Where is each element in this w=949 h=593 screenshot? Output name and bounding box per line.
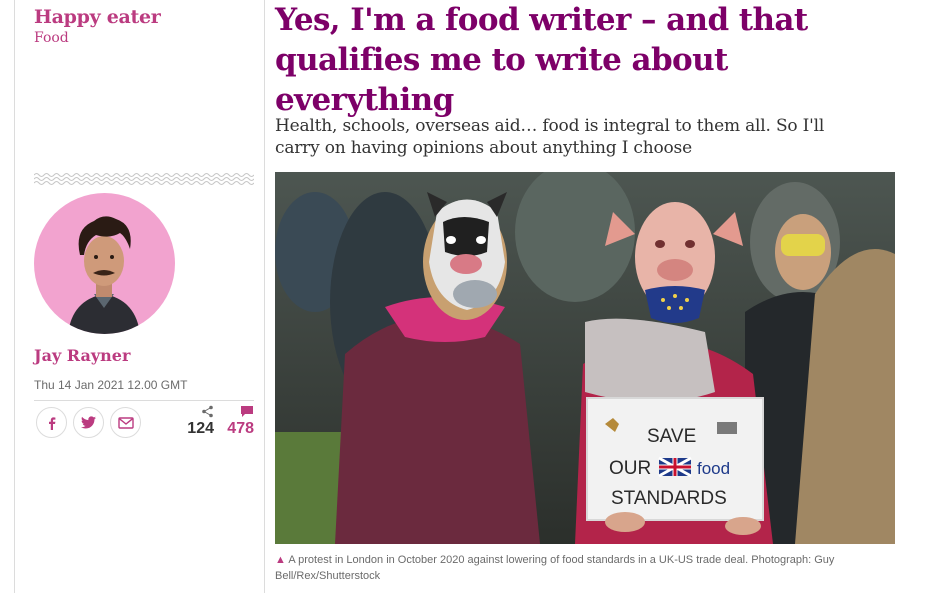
meta-divider [34,400,254,401]
comment-icon [241,406,253,417]
caption-text: A protest in London in October 2020 agai… [275,554,835,582]
author-avatar [34,193,175,334]
twitter-icon [81,416,96,429]
comment-count-value: 478 [227,420,254,437]
comment-count[interactable]: 478 [222,405,254,438]
placard-line-1: SAVE [647,426,696,447]
share-count: 124 [184,405,214,438]
article-standfirst: Health, schools, overseas aid… food is i… [275,116,825,158]
protest-placard: SAVE OUR food STANDARDS [586,397,764,521]
main-photo: SAVE OUR food STANDARDS [275,172,895,544]
caption-marker-icon: ▲ [275,554,286,566]
placard-line-2b: food [697,459,730,478]
article-headline: Yes, I'm a food writer – and that qualif… [275,2,808,118]
share-icon [202,405,213,418]
placard-line-3: STANDARDS [611,488,727,509]
section-link[interactable]: Food [34,30,69,46]
share-count-value: 124 [187,420,214,437]
squiggle-divider [34,173,254,185]
email-icon [117,416,134,429]
facebook-icon [48,416,55,430]
author-link[interactable]: Jay Rayner [34,346,130,365]
photo-caption: ▲ A protest in London in October 2020 ag… [275,552,895,584]
placard-line-2a: OUR [609,458,651,479]
share-email-button[interactable] [110,407,141,438]
share-facebook-button[interactable] [36,407,67,438]
left-column-divider [14,0,15,593]
series-link[interactable]: Happy eater [34,6,161,28]
publish-date: Thu 14 Jan 2021 12.00 GMT [34,378,188,392]
share-twitter-button[interactable] [73,407,104,438]
center-column-divider [264,0,265,593]
